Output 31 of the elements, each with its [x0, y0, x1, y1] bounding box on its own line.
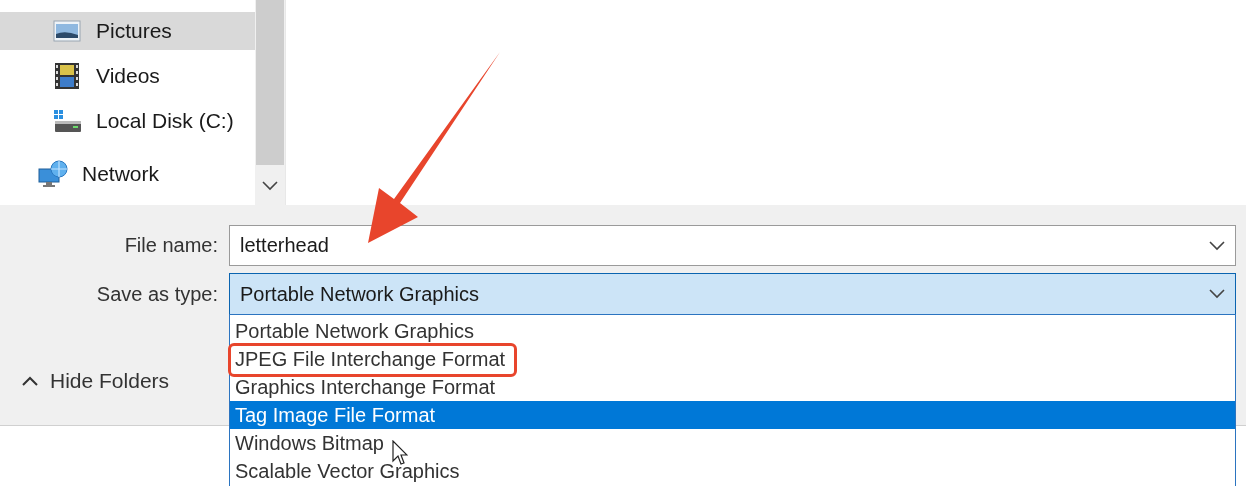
hard-drive-icon — [52, 109, 82, 133]
film-strip-icon — [54, 62, 80, 90]
network-icon — [38, 160, 68, 188]
dropdown-option[interactable]: JPEG File Interchange Format — [230, 345, 1235, 373]
chevron-down-icon — [262, 181, 278, 191]
caret-up-icon — [22, 376, 38, 386]
nav-item[interactable]: Network — [0, 155, 255, 193]
chevron-down-icon — [1209, 240, 1225, 251]
option-label: Tag Image File Format — [235, 404, 436, 426]
dropdown-option[interactable]: Scalable Vector Graphics — [230, 457, 1235, 485]
dropdown-option[interactable]: Tag Image File Format — [230, 401, 1235, 429]
option-label: Portable Network Graphics — [235, 320, 474, 342]
field-label: File name: — [123, 234, 219, 257]
option-label: JPEG File Interchange Format — [235, 348, 506, 370]
field-label: Save as type: — [95, 282, 219, 306]
option-label: Scalable Vector Graphics — [235, 460, 460, 482]
hide-folders-button[interactable]: Hide Folders — [18, 365, 174, 397]
option-label: Windows Bitmap — [235, 432, 384, 454]
chevron-down-icon — [1209, 289, 1225, 299]
picture-frame-icon — [53, 20, 81, 42]
option-label: Graphics Interchange Format — [235, 376, 496, 398]
dropdown-option[interactable]: Graphics Interchange Format — [230, 373, 1235, 401]
nav-item[interactable]: Pictures — [0, 12, 255, 50]
nav-item[interactable]: Local Disk (C:) — [0, 102, 255, 140]
file-name-field[interactable]: letterhead — [229, 225, 1236, 266]
file-type-dropdown[interactable]: Portable Network Graphics — [229, 273, 1236, 315]
dropdown-option[interactable]: Portable Network Graphics — [230, 317, 1235, 345]
nav-item[interactable]: Videos — [0, 57, 255, 95]
scrollbar-thumb[interactable] — [256, 0, 284, 165]
scrollbar[interactable] — [255, 0, 285, 205]
dropdown-option[interactable]: Windows Bitmap — [230, 429, 1235, 457]
